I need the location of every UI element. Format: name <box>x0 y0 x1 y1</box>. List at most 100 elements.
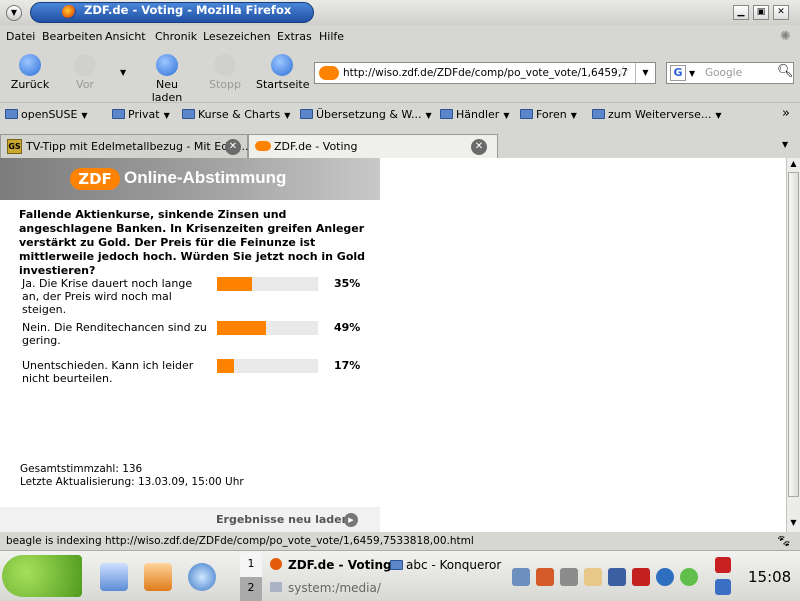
task-zdf-voting[interactable]: ZDF.de - Voting <box>270 558 392 572</box>
google-engine-icon[interactable]: G <box>670 65 686 81</box>
chevron-down-icon: ▼ <box>163 111 170 120</box>
result-bar-fill <box>217 359 235 373</box>
klipper-icon[interactable] <box>584 568 602 586</box>
scroll-thumb[interactable] <box>788 172 799 497</box>
chevron-down-icon: ▼ <box>425 111 432 120</box>
zdf-favicon-icon <box>255 141 271 151</box>
total-votes: Gesamtstimmzahl: 136 <box>20 463 143 475</box>
lock-screen-icon[interactable] <box>715 579 731 595</box>
engine-dropdown-icon[interactable]: ▼ <box>689 69 695 78</box>
desktop-2-button[interactable]: 2 <box>240 577 262 601</box>
maximize-button[interactable]: ▣ <box>753 5 769 20</box>
tab-list-dropdown-icon[interactable]: ▼ <box>782 140 788 149</box>
opensuse-start-icon[interactable] <box>2 555 82 597</box>
bookmark-weiterverse[interactable]: zum Weiterverse... ▼ <box>592 108 722 121</box>
result-percent-nein: 49% <box>334 321 361 334</box>
url-bar[interactable]: http://wiso.zdf.de/ZDFde/comp/po_vote_vo… <box>314 62 656 84</box>
search-input[interactable]: Google <box>705 67 742 79</box>
desktop-1-button[interactable]: 1 <box>240 553 262 577</box>
result-bar-ja <box>217 277 318 291</box>
home-button[interactable]: Startseite <box>256 54 310 91</box>
bookmark-star-icon[interactable]: ☆ <box>617 64 630 80</box>
tab-label: ZDF.de - Voting <box>274 140 358 153</box>
close-tab-icon[interactable]: ✕ <box>471 139 487 155</box>
url-dropdown-icon[interactable]: ▼ <box>635 63 655 83</box>
folder-icon <box>300 109 313 119</box>
bookmark-label: openSUSE <box>21 108 78 121</box>
scroll-down-icon[interactable]: ▼ <box>788 518 799 530</box>
bookmark-kurse-charts[interactable]: Kurse & Charts ▼ <box>182 108 290 121</box>
volume-icon[interactable] <box>512 568 530 586</box>
menu-datei[interactable]: Datei <box>6 30 35 43</box>
bookmark-privat[interactable]: Privat ▼ <box>112 108 170 121</box>
forward-label: Vor <box>76 78 94 91</box>
bookmark-uebersetzung[interactable]: Übersetzung & W... ▼ <box>300 108 432 121</box>
bookmark-label: Kurse & Charts <box>198 108 281 121</box>
bookmark-opensuse[interactable]: openSUSE ▼ <box>5 108 88 121</box>
stop-label: Stopp <box>209 78 241 91</box>
menu-bearbeiten[interactable]: Bearbeiten <box>42 30 102 43</box>
refresh-results-link[interactable]: Ergebnisse neu laden <box>216 513 349 526</box>
task-konqueror[interactable]: abc - Konqueror <box>390 558 501 572</box>
beagle-dog-icon[interactable]: 🐾︎ <box>776 534 791 548</box>
vertical-scrollbar[interactable]: ▲ ▼ <box>786 158 800 532</box>
arrow-right-icon[interactable]: ▶ <box>344 513 358 527</box>
network-icon[interactable] <box>560 568 578 586</box>
home-folder-icon[interactable] <box>144 563 172 591</box>
menu-extras[interactable]: Extras <box>277 30 312 43</box>
refresh-bar: Ergebnisse neu laden ▶ <box>0 507 380 532</box>
window-titlebar[interactable]: ▼ ZDF.de - Voting - Mozilla Firefox ▁ ▣ … <box>0 0 800 25</box>
page-content: ZDF Online-Abstimmung Fallende Aktienkur… <box>0 158 786 532</box>
reload-button[interactable]: Neu laden <box>140 54 194 104</box>
chevron-down-icon: ▼ <box>81 111 88 120</box>
forward-button[interactable]: Vor <box>68 54 102 91</box>
firefox-icon <box>62 5 76 19</box>
menu-hilfe[interactable]: Hilfe <box>319 30 344 43</box>
home-label: Startseite <box>256 78 310 91</box>
throbber-icon: ✺ <box>780 29 791 44</box>
menu-ansicht[interactable]: Ansicht <box>105 30 146 43</box>
tab-zdf-voting[interactable]: ZDF.de - Voting ✕ <box>248 134 498 158</box>
logout-icon[interactable] <box>715 557 731 573</box>
close-window-button[interactable]: ✕ <box>773 5 789 20</box>
chevron-down-icon: ▼ <box>284 111 291 120</box>
konqueror-icon[interactable] <box>188 563 216 591</box>
zdf-favicon-icon <box>319 66 339 80</box>
scroll-up-icon[interactable]: ▲ <box>788 159 799 171</box>
bookmark-label: zum Weiterverse... <box>608 108 712 121</box>
vote-summary: Gesamtstimmzahl: 136 Letzte Aktualisieru… <box>20 463 244 489</box>
tab-strip: GS TV-Tipp mit Edelmetallbezug - Mit Ede… <box>0 132 800 158</box>
back-button[interactable]: Zurück <box>10 54 50 91</box>
menu-chronik[interactable]: Chronik <box>155 30 197 43</box>
bookmark-label: Foren <box>536 108 567 121</box>
bookmark-foren[interactable]: Foren ▼ <box>520 108 577 121</box>
folder-icon <box>112 109 125 119</box>
result-bar-fill <box>217 321 267 335</box>
window-menu-icon[interactable]: ▼ <box>6 5 22 21</box>
history-dropdown-icon[interactable]: ▼ <box>120 68 126 77</box>
forward-arrow-icon <box>74 54 96 76</box>
status-check-icon[interactable] <box>680 568 698 586</box>
tray-app-icon[interactable] <box>536 568 554 586</box>
minimize-button[interactable]: ▁ <box>733 5 749 20</box>
option-label-nein: Nein. Die Renditechancen sind zu gering. <box>22 321 207 347</box>
display-icon[interactable] <box>608 568 626 586</box>
url-input[interactable]: http://wiso.zdf.de/ZDFde/comp/po_vote_vo… <box>343 67 628 79</box>
bookmark-haendler[interactable]: Händler ▼ <box>440 108 509 121</box>
reload-icon <box>156 54 178 76</box>
menu-lesezeichen[interactable]: Lesezeichen <box>203 30 271 43</box>
task-system-media[interactable]: system:/media/ <box>270 581 381 595</box>
close-tab-icon[interactable]: ✕ <box>225 139 241 155</box>
search-icon[interactable]: 🔍︎ <box>777 64 794 79</box>
tab-tv-tipp[interactable]: GS TV-Tipp mit Edelmetallbezug - Mit Ede… <box>0 134 249 158</box>
poll-question: Fallende Aktienkurse, sinkende Zinsen un… <box>19 208 366 277</box>
bookmarks-toolbar: openSUSE ▼ Privat ▼ Kurse & Charts ▼ Überse… <box>0 102 800 128</box>
folder-icon <box>440 109 453 119</box>
more-bookmarks-icon[interactable]: » <box>782 106 790 121</box>
file-manager-icon[interactable] <box>100 563 128 591</box>
update-icon[interactable] <box>656 568 674 586</box>
stop-button[interactable]: Stopp <box>208 54 242 91</box>
result-percent-ja: 35% <box>334 277 361 290</box>
warning-icon[interactable] <box>632 568 650 586</box>
search-box[interactable]: G ▼ Google 🔍︎ <box>666 62 794 84</box>
